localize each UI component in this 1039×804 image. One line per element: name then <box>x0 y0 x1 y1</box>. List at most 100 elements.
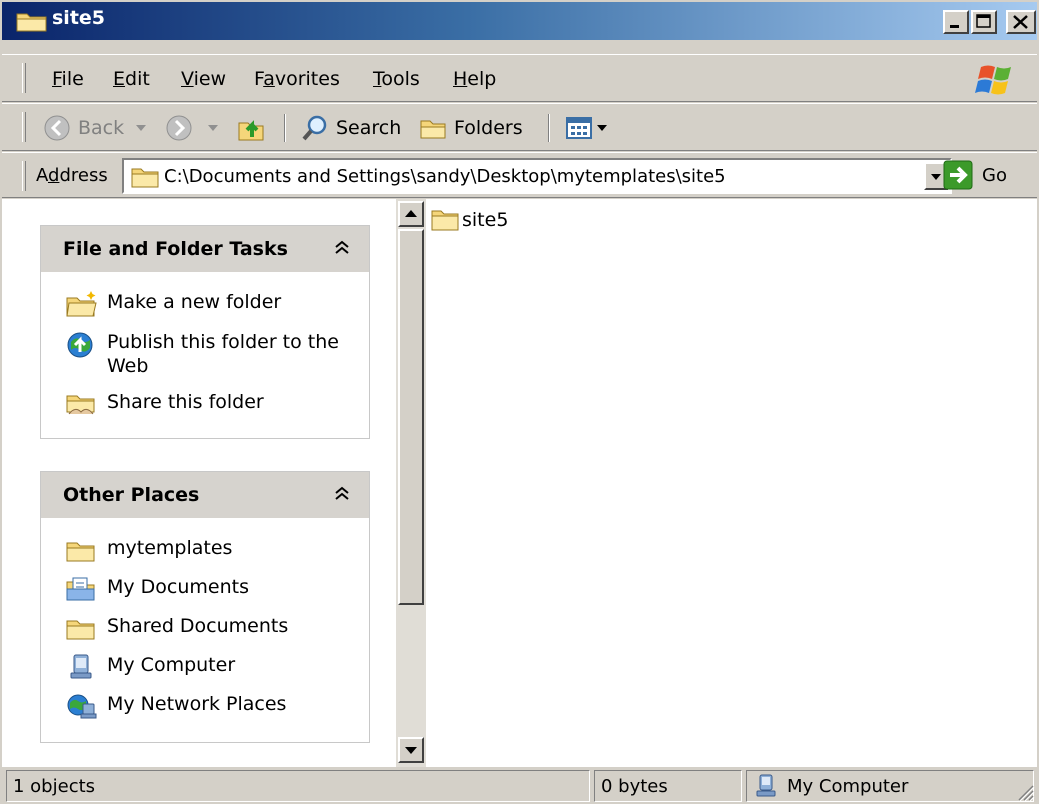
place-my-documents[interactable]: My Documents <box>65 575 249 603</box>
status-size: 0 bytes <box>594 770 742 802</box>
other-places-panel: Other Places mytemplates My Documents Sh… <box>40 471 370 743</box>
arrow-down-icon <box>405 747 417 754</box>
toolbar-grip[interactable] <box>22 112 26 142</box>
new-folder-icon <box>66 291 97 317</box>
close-icon <box>1013 15 1028 29</box>
task-label: Make a new folder <box>107 291 282 313</box>
task-label: Share this folder <box>107 391 264 413</box>
collapse-chevron-icon[interactable] <box>333 484 351 504</box>
menu-edit[interactable]: Edit <box>113 68 150 90</box>
go-label: Go <box>982 164 1007 186</box>
search-button[interactable]: Search <box>300 112 401 144</box>
toolbar-separator <box>548 114 550 142</box>
file-item-site5[interactable]: site5 <box>430 207 508 233</box>
go-arrow-icon <box>943 160 973 190</box>
panel-title: Other Places <box>63 484 200 506</box>
minimize-icon <box>950 25 959 28</box>
status-bar: 1 objects 0 bytes My Computer <box>2 768 1037 804</box>
place-my-computer[interactable]: My Computer <box>65 653 235 681</box>
task-share-folder[interactable]: Share this folder <box>65 390 264 418</box>
place-label: mytemplates <box>107 537 233 559</box>
panel-header[interactable]: Other Places <box>41 472 369 518</box>
standard-toolbar: Back Search Folders <box>2 103 1037 151</box>
close-button[interactable] <box>1006 10 1036 34</box>
up-folder-button[interactable] <box>236 112 272 144</box>
folder-icon <box>66 542 95 562</box>
task-publish-folder-web[interactable]: Publish this folder to the Web <box>65 330 339 378</box>
scroll-up-button[interactable] <box>398 201 424 227</box>
resize-grip-icon[interactable] <box>1013 780 1035 802</box>
file-name: site5 <box>462 209 509 231</box>
forward-dropdown-icon[interactable] <box>206 123 220 133</box>
minimize-button[interactable] <box>943 10 969 34</box>
file-folder-tasks-panel: File and Folder Tasks Make a new folder <box>40 225 370 439</box>
place-shared-documents[interactable]: Shared Documents <box>65 614 288 642</box>
address-input[interactable]: C:\Documents and Settings\sandy\Desktop\… <box>122 158 952 194</box>
folder-icon <box>131 168 159 188</box>
menu-help[interactable]: Help <box>453 68 496 90</box>
status-objects-text: 1 objects <box>13 775 96 797</box>
search-label: Search <box>336 117 402 139</box>
menu-favorites[interactable]: Favorites <box>254 68 340 90</box>
content-area: File and Folder Tasks Make a new folder <box>2 199 1037 767</box>
my-computer-icon <box>70 654 92 679</box>
folders-button[interactable]: Folders <box>418 112 523 144</box>
forward-button[interactable] <box>164 112 220 144</box>
windows-logo-icon <box>975 65 1011 95</box>
up-folder-icon <box>238 120 264 141</box>
status-zone: My Computer <box>746 770 1034 802</box>
menu-view[interactable]: View <box>181 68 226 90</box>
address-value: C:\Documents and Settings\sandy\Desktop\… <box>164 166 726 187</box>
my-documents-icon <box>66 577 95 601</box>
views-dropdown-icon[interactable] <box>596 123 608 133</box>
scroll-down-button[interactable] <box>398 737 424 763</box>
toolbar-separator <box>284 114 286 142</box>
place-my-network-places[interactable]: My Network Places <box>65 692 286 720</box>
menu-tools[interactable]: Tools <box>373 68 420 90</box>
forward-arrow-icon <box>166 115 192 141</box>
task-label: Publish this folder to the Web <box>107 331 339 377</box>
menu-grip[interactable] <box>22 63 26 93</box>
share-folder-icon <box>66 395 95 415</box>
explorer-window: site5 File Edit View Favorites Tools Hel… <box>0 0 1039 804</box>
maximize-icon <box>976 14 991 28</box>
folders-label: Folders <box>454 117 523 139</box>
place-mytemplates[interactable]: mytemplates <box>65 536 232 564</box>
folder-icon <box>66 620 95 640</box>
publish-web-icon <box>67 332 93 358</box>
network-places-icon <box>67 694 97 719</box>
panel-header[interactable]: File and Folder Tasks <box>41 226 369 272</box>
status-object-count: 1 objects <box>6 770 590 802</box>
task-make-new-folder[interactable]: Make a new folder <box>65 290 281 318</box>
my-computer-icon <box>756 774 776 797</box>
status-zone-text: My Computer <box>787 775 909 797</box>
task-pane-scrollbar[interactable] <box>396 199 426 767</box>
panel-title: File and Folder Tasks <box>63 238 288 260</box>
place-label: My Network Places <box>107 693 287 715</box>
scroll-thumb[interactable] <box>398 229 424 605</box>
task-pane: File and Folder Tasks Make a new folder <box>2 199 394 767</box>
window-title: site5 <box>52 7 106 29</box>
search-icon <box>302 115 327 141</box>
folders-icon <box>420 120 446 139</box>
place-label: Shared Documents <box>107 615 289 637</box>
arrow-up-icon <box>405 210 417 217</box>
go-button[interactable]: Go <box>942 159 1007 191</box>
folder-icon <box>16 13 47 32</box>
menu-file[interactable]: File <box>52 68 84 90</box>
address-bar: Address C:\Documents and Settings\sandy\… <box>2 152 1037 198</box>
views-icon <box>566 117 592 139</box>
title-bar[interactable]: site5 <box>2 2 1037 40</box>
status-size-text: 0 bytes <box>601 775 668 797</box>
place-label: My Computer <box>107 654 236 676</box>
back-arrow-icon <box>44 115 70 141</box>
maximize-button[interactable] <box>971 10 997 34</box>
menu-bar: File Edit View Favorites Tools Help <box>2 54 1037 102</box>
collapse-chevron-icon[interactable] <box>333 238 351 258</box>
folder-icon <box>431 210 459 231</box>
address-grip[interactable] <box>22 161 26 191</box>
back-dropdown-icon[interactable] <box>134 123 148 133</box>
views-button[interactable] <box>564 112 608 144</box>
back-label: Back <box>78 117 125 139</box>
back-button[interactable]: Back <box>42 112 148 144</box>
